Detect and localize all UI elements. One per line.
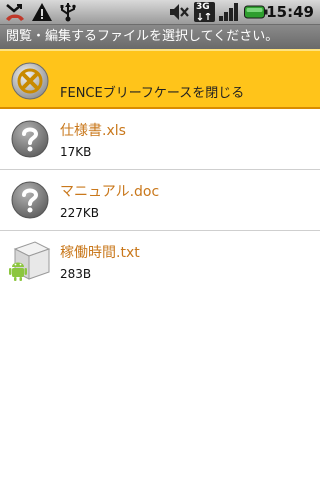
file-name: 仕様書.xls xyxy=(60,123,126,139)
battery-icon xyxy=(244,5,268,19)
close-briefcase-button[interactable]: FENCEブリーフケースを閉じる xyxy=(0,49,320,109)
screen-title: 閲覧・編集するファイルを選択してください。 xyxy=(0,25,320,49)
status-bar: 3G 15:49 xyxy=(0,0,320,25)
3g-icon: 3G xyxy=(194,2,215,22)
file-size: 227KB xyxy=(60,206,100,220)
close-icon xyxy=(11,62,49,100)
file-name: マニュアル.doc xyxy=(60,184,160,200)
android-package-icon xyxy=(9,241,51,281)
unknown-file-icon xyxy=(11,181,49,219)
close-briefcase-label: FENCEブリーフケースを閉じる xyxy=(60,86,245,101)
missed-call-icon xyxy=(6,4,24,21)
file-list-item[interactable]: 稼働時間.txt 283B xyxy=(0,231,320,292)
usb-icon xyxy=(60,3,76,22)
file-size: 17KB xyxy=(60,145,92,159)
file-name: 稼働時間.txt xyxy=(60,245,140,261)
file-size: 283B xyxy=(60,267,92,281)
mute-icon xyxy=(170,4,189,20)
file-list: FENCEブリーフケースを閉じる 仕様書.xls 17KB マニュアル.doc … xyxy=(0,49,320,292)
signal-icon xyxy=(219,3,238,21)
network-type-label: 3G xyxy=(196,2,210,12)
unknown-file-icon xyxy=(11,120,49,158)
file-list-item[interactable]: マニュアル.doc 227KB xyxy=(0,170,320,231)
warning-icon xyxy=(32,3,52,21)
file-list-item[interactable]: 仕様書.xls 17KB xyxy=(0,109,320,170)
clock: 15:49 xyxy=(266,3,314,21)
